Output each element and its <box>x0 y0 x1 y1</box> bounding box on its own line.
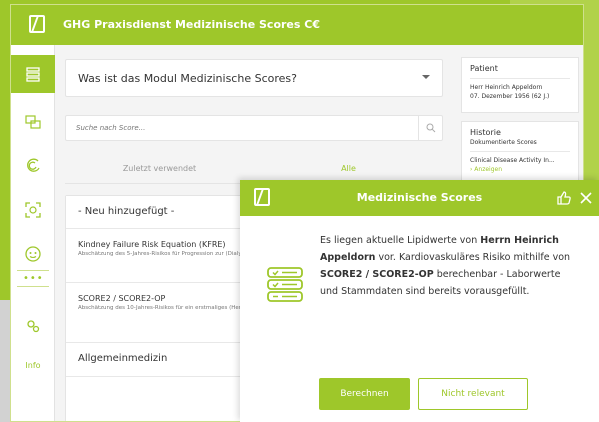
patient-dob: 07. Dezember 1956 (62 J.) <box>470 93 550 100</box>
history-show-link[interactable]: › Anzeigen <box>470 165 570 174</box>
patient-header: Patient <box>470 64 570 79</box>
info-link[interactable]: Info <box>11 361 55 370</box>
patient-card: Patient Herr Heinrich Appeldorn 07. Deze… <box>461 57 579 113</box>
history-title: Historie <box>470 128 501 137</box>
list-icon <box>26 67 40 82</box>
close-icon[interactable] <box>578 190 594 206</box>
search-box <box>65 115 443 141</box>
tab-recent[interactable]: Zuletzt verwendet <box>65 157 254 181</box>
notification-dialog: Medizinische Scores Es liegen aktuelle L… <box>240 180 599 422</box>
dialog-title: Medizinische Scores <box>356 191 483 204</box>
face-icon <box>25 246 41 262</box>
sidebar-item-list[interactable] <box>11 55 55 93</box>
chevron-down-icon <box>422 75 430 79</box>
thumbs-up-icon[interactable] <box>556 190 572 206</box>
patient-name: Herr Heinrich Appeldorn <box>470 84 543 91</box>
sidebar-item-settings[interactable] <box>11 307 55 345</box>
history-item: Clinical Disease Activity In... <box>470 157 555 164</box>
dialog-header: Medizinische Scores <box>240 180 599 216</box>
message-part-2: vor. Kardiovaskuläres Risiko mithilfe vo… <box>375 252 571 263</box>
calculate-button[interactable]: Berechnen <box>319 378 410 410</box>
top-bar: GHG Praxisdienst Medizinische Scores C€ <box>11 5 583 45</box>
app-title: GHG Praxisdienst Medizinische Scores C€ <box>63 18 320 31</box>
search-icon <box>426 123 435 133</box>
sidebar-item-scan[interactable] <box>11 191 55 229</box>
app-logo-icon <box>29 15 45 33</box>
faq-question: Was ist das Modul Medizinische Scores? <box>78 72 297 85</box>
tab-all[interactable]: Alle <box>254 157 443 184</box>
swirl-icon <box>27 158 40 172</box>
search-input[interactable] <box>66 116 420 140</box>
tab-bar: Zuletzt verwendet Alle <box>65 157 443 184</box>
scan-icon <box>25 202 41 218</box>
search-button[interactable] <box>418 116 442 140</box>
settings-icon <box>27 320 40 333</box>
sidebar-divider <box>17 270 49 271</box>
history-header: Historie Dokumentierte Scores <box>470 128 570 152</box>
transfer-icon <box>25 115 41 129</box>
not-relevant-button[interactable]: Nicht relevant <box>418 378 528 410</box>
sidebar: ••• Info <box>11 45 55 421</box>
history-subtitle: Dokumentierte Scores <box>470 139 537 146</box>
dialog-message: Es liegen aktuelle Lipidwerte von Herrn … <box>320 232 580 300</box>
more-icon[interactable]: ••• <box>23 273 44 284</box>
score-name-bold: SCORE2 / SCORE2-OP <box>320 269 434 280</box>
sidebar-item-swirl[interactable] <box>11 147 55 185</box>
faq-dropdown[interactable]: Was ist das Modul Medizinische Scores? <box>65 59 443 97</box>
sidebar-divider <box>17 286 49 287</box>
sidebar-item-transfer[interactable] <box>11 103 55 141</box>
message-part-1: Es liegen aktuelle Lipidwerte von <box>320 235 478 246</box>
sidebar-item-face[interactable] <box>11 235 55 273</box>
checklist-icon <box>267 267 303 302</box>
